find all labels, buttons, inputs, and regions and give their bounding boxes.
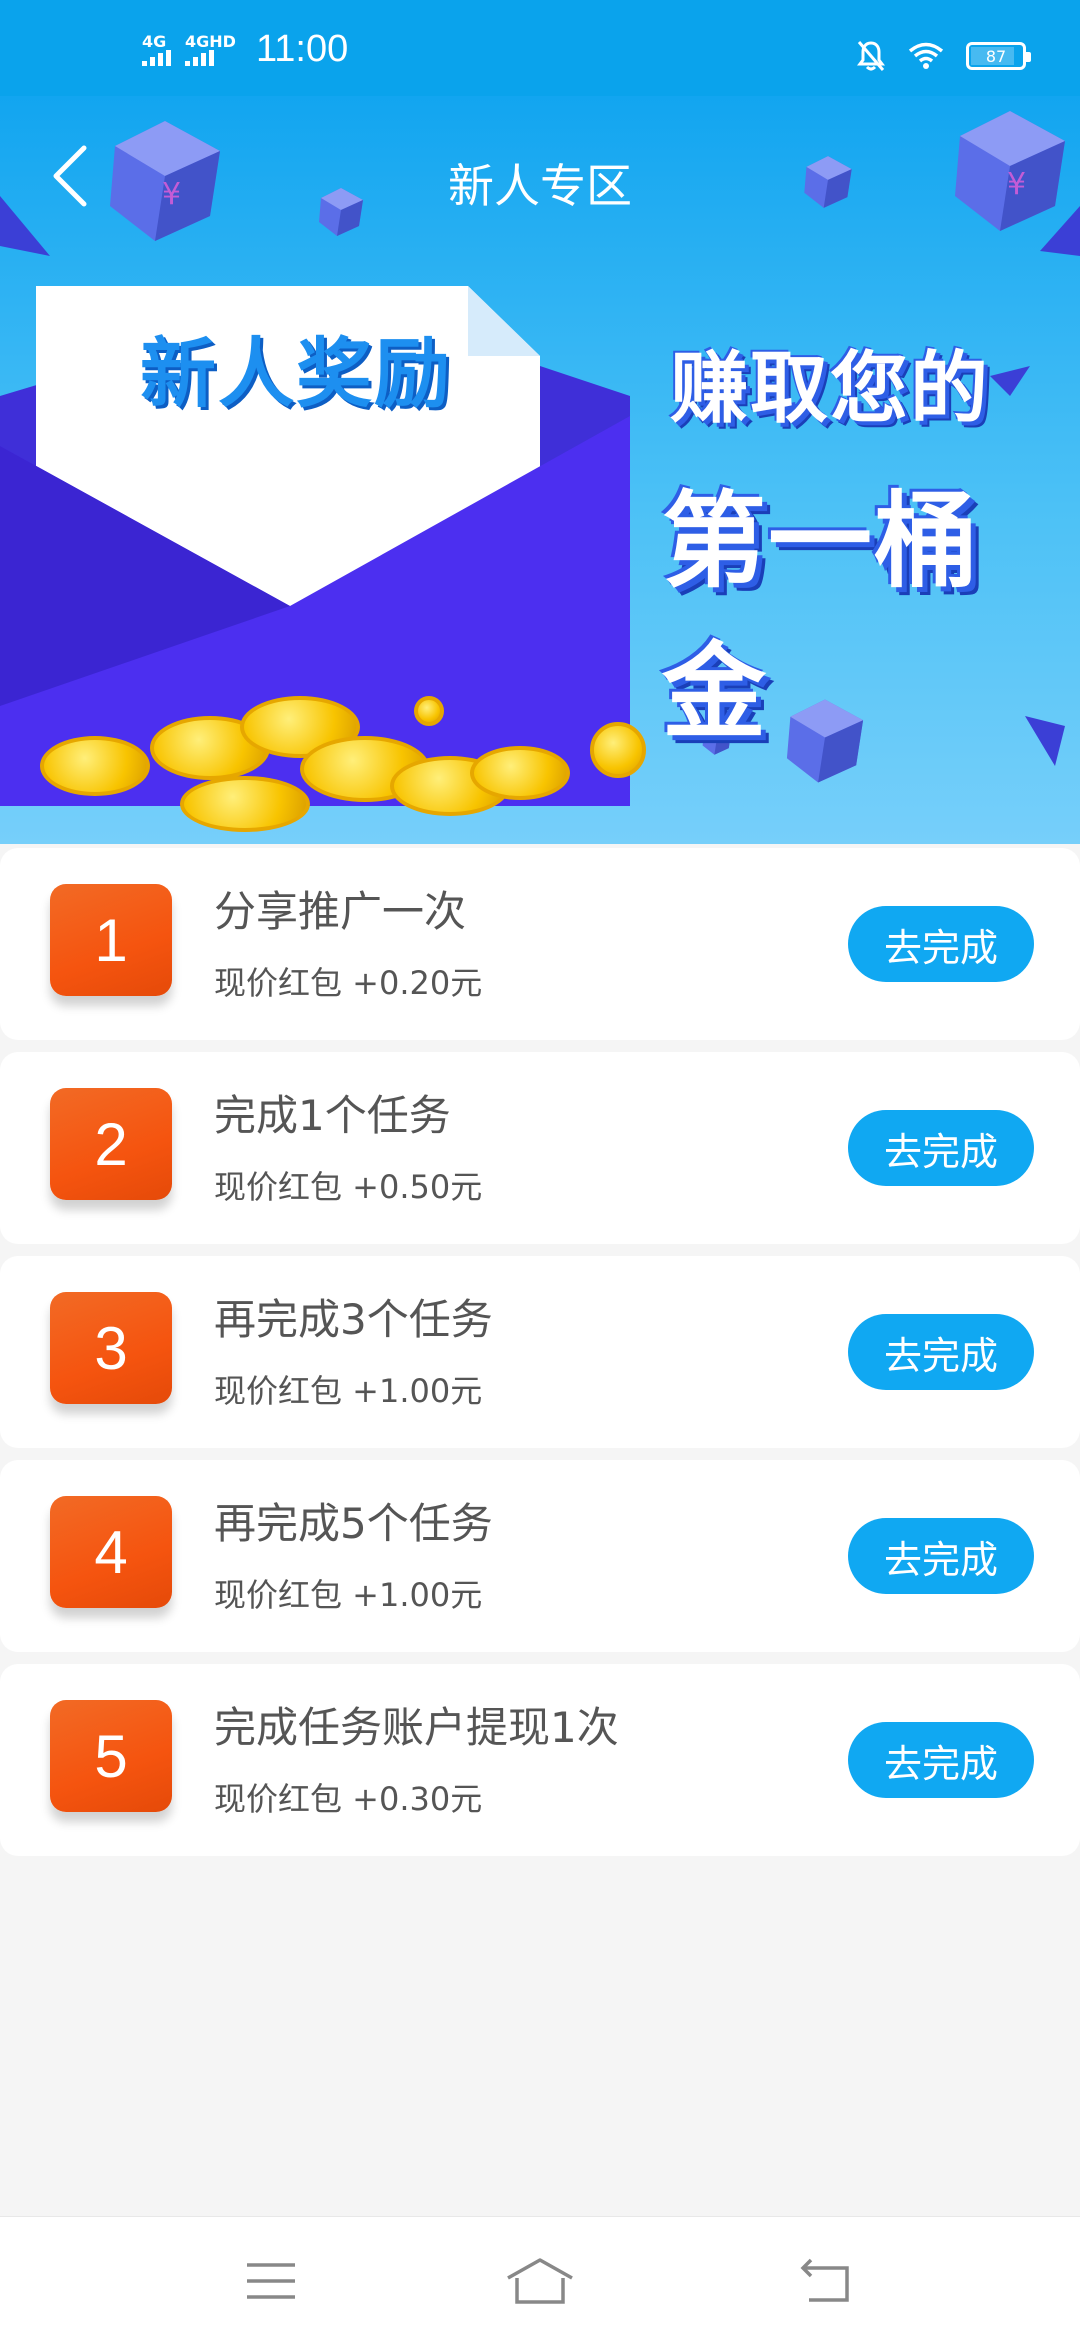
gold-coin-icon bbox=[590, 722, 646, 778]
wifi-icon bbox=[908, 42, 944, 69]
task-title: 分享推广一次 bbox=[214, 887, 467, 936]
network-type-label: 4G bbox=[142, 31, 167, 51]
signal-1: 4G bbox=[142, 31, 171, 66]
task-title: 再完成3个任务 bbox=[214, 1295, 493, 1344]
status-time: 11:00 bbox=[255, 28, 349, 70]
go-complete-button[interactable]: 去完成 bbox=[848, 1518, 1034, 1594]
home-icon bbox=[507, 2258, 573, 2304]
task-title: 再完成5个任务 bbox=[214, 1499, 493, 1548]
task-reward: 现价红包 +0.50元 bbox=[214, 1168, 483, 1206]
back-icon bbox=[800, 2258, 849, 2302]
menu-button[interactable] bbox=[236, 2251, 306, 2311]
back-nav-button[interactable] bbox=[790, 2251, 860, 2311]
triangle-icon bbox=[990, 366, 1030, 396]
task-number-badge: 4 bbox=[50, 1496, 172, 1608]
status-left: 4G 4GHD 11:00 bbox=[142, 28, 348, 71]
system-nav-bar bbox=[0, 2216, 1080, 2340]
task-reward: 现价红包 +0.30元 bbox=[214, 1780, 483, 1818]
task-number-badge: 1 bbox=[50, 884, 172, 996]
task-number-badge: 3 bbox=[50, 1292, 172, 1404]
status-right: 87 bbox=[856, 40, 1031, 72]
task-number-badge: 5 bbox=[50, 1700, 172, 1812]
signal-bars-icon-2 bbox=[185, 49, 214, 66]
hero-banner: ¥ ¥ 新人奖励 赚取您的 第一桶金 新人专区 bbox=[0, 96, 1080, 844]
reward-card-title: 新人奖励 bbox=[140, 329, 452, 418]
gold-coin-icon bbox=[470, 746, 570, 800]
gold-coin-icon bbox=[414, 696, 444, 726]
task-title: 完成1个任务 bbox=[214, 1091, 451, 1140]
task-number-badge: 2 bbox=[50, 1088, 172, 1200]
go-complete-button[interactable]: 去完成 bbox=[848, 906, 1034, 982]
task-reward: 现价红包 +1.00元 bbox=[214, 1372, 483, 1410]
slogan-line-1: 赚取您的 bbox=[670, 344, 991, 434]
slogan-line-2: 第一桶金 bbox=[662, 480, 981, 753]
network-type-label-2: 4GHD bbox=[185, 31, 236, 51]
page-title: 新人专区 bbox=[448, 159, 632, 213]
signal-bars-icon bbox=[142, 49, 171, 66]
status-bar: 4G 4GHD 11:00 87 bbox=[0, 0, 1080, 96]
task-card: 3 再完成3个任务 现价红包 +1.00元 去完成 bbox=[0, 1256, 1080, 1448]
go-complete-button[interactable]: 去完成 bbox=[848, 1722, 1034, 1798]
go-complete-button[interactable]: 去完成 bbox=[848, 1314, 1034, 1390]
signal-2: 4GHD bbox=[185, 31, 236, 66]
battery-level: 87 bbox=[985, 46, 1007, 66]
task-card: 1 分享推广一次 现价红包 +0.20元 去完成 bbox=[0, 848, 1080, 1040]
go-complete-button[interactable]: 去完成 bbox=[848, 1110, 1034, 1186]
task-card: 4 再完成5个任务 现价红包 +1.00元 去完成 bbox=[0, 1460, 1080, 1652]
task-card: 2 完成1个任务 现价红包 +0.50元 去完成 bbox=[0, 1052, 1080, 1244]
home-button[interactable] bbox=[505, 2251, 575, 2311]
mute-bell-icon bbox=[857, 41, 885, 71]
task-reward: 现价红包 +0.20元 bbox=[214, 964, 483, 1002]
gold-coin-icon bbox=[40, 736, 150, 796]
menu-icon bbox=[247, 2263, 295, 2299]
gold-coin-icon bbox=[180, 776, 310, 832]
task-reward: 现价红包 +1.00元 bbox=[214, 1576, 483, 1614]
task-title: 完成任务账户提现1次 bbox=[214, 1703, 619, 1752]
task-card: 5 完成任务账户提现1次 现价红包 +0.30元 去完成 bbox=[0, 1664, 1080, 1856]
battery-icon: 87 bbox=[966, 42, 1031, 70]
